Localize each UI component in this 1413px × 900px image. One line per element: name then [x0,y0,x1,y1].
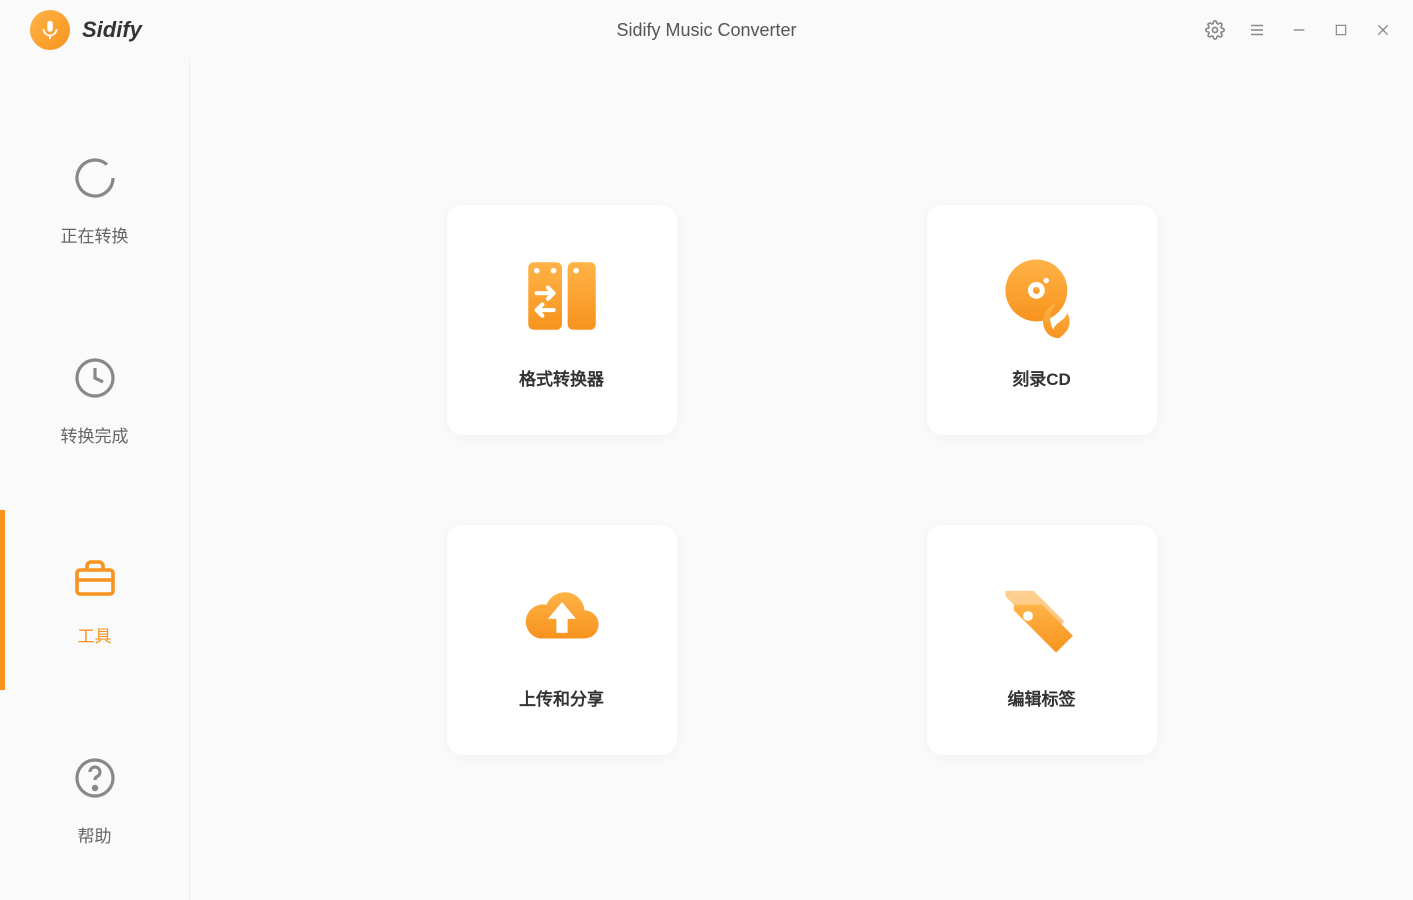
sidebar-item-label: 帮助 [78,822,112,847]
tool-label: 上传和分享 [519,685,604,710]
tool-label: 格式转换器 [519,365,604,390]
tool-burn-cd[interactable]: 刻录CD [927,205,1157,435]
sidebar-item-help[interactable]: 帮助 [0,700,189,900]
sidebar-item-completed[interactable]: 转换完成 [0,300,189,500]
menu-button[interactable] [1247,20,1267,40]
toolbox-icon [71,554,119,602]
clock-icon [71,354,119,402]
sidebar-item-label: 工具 [78,622,112,647]
sidebar: 正在转换 转换完成 工具 帮助 [0,60,190,900]
tool-format-converter[interactable]: 格式转换器 [447,205,677,435]
sidebar-item-label: 正在转换 [61,222,129,247]
sidebar-item-tools[interactable]: 工具 [0,500,189,700]
tool-edit-tags[interactable]: 编辑标签 [927,525,1157,755]
logo-icon [30,10,70,50]
maximize-button[interactable] [1331,20,1351,40]
help-icon [71,754,119,802]
tool-label: 编辑标签 [1008,685,1076,710]
sidebar-item-label: 转换完成 [61,422,129,447]
window-controls [1205,20,1393,40]
minimize-button[interactable] [1289,20,1309,40]
sidebar-item-converting[interactable]: 正在转换 [0,100,189,300]
converter-icon [517,251,607,341]
app-logo: Sidify [30,10,142,50]
cloud-upload-icon [517,571,607,661]
refresh-icon [71,154,119,202]
main-content: 格式转换器 刻录CD 上传和分享 [190,60,1413,900]
app-name: Sidify [82,17,142,43]
settings-button[interactable] [1205,20,1225,40]
window-title: Sidify Music Converter [616,20,796,41]
close-button[interactable] [1373,20,1393,40]
tool-upload-share[interactable]: 上传和分享 [447,525,677,755]
cd-burn-icon [997,251,1087,341]
tags-icon [997,571,1087,661]
titlebar: Sidify Sidify Music Converter [0,0,1413,60]
tool-label: 刻录CD [1012,365,1071,390]
